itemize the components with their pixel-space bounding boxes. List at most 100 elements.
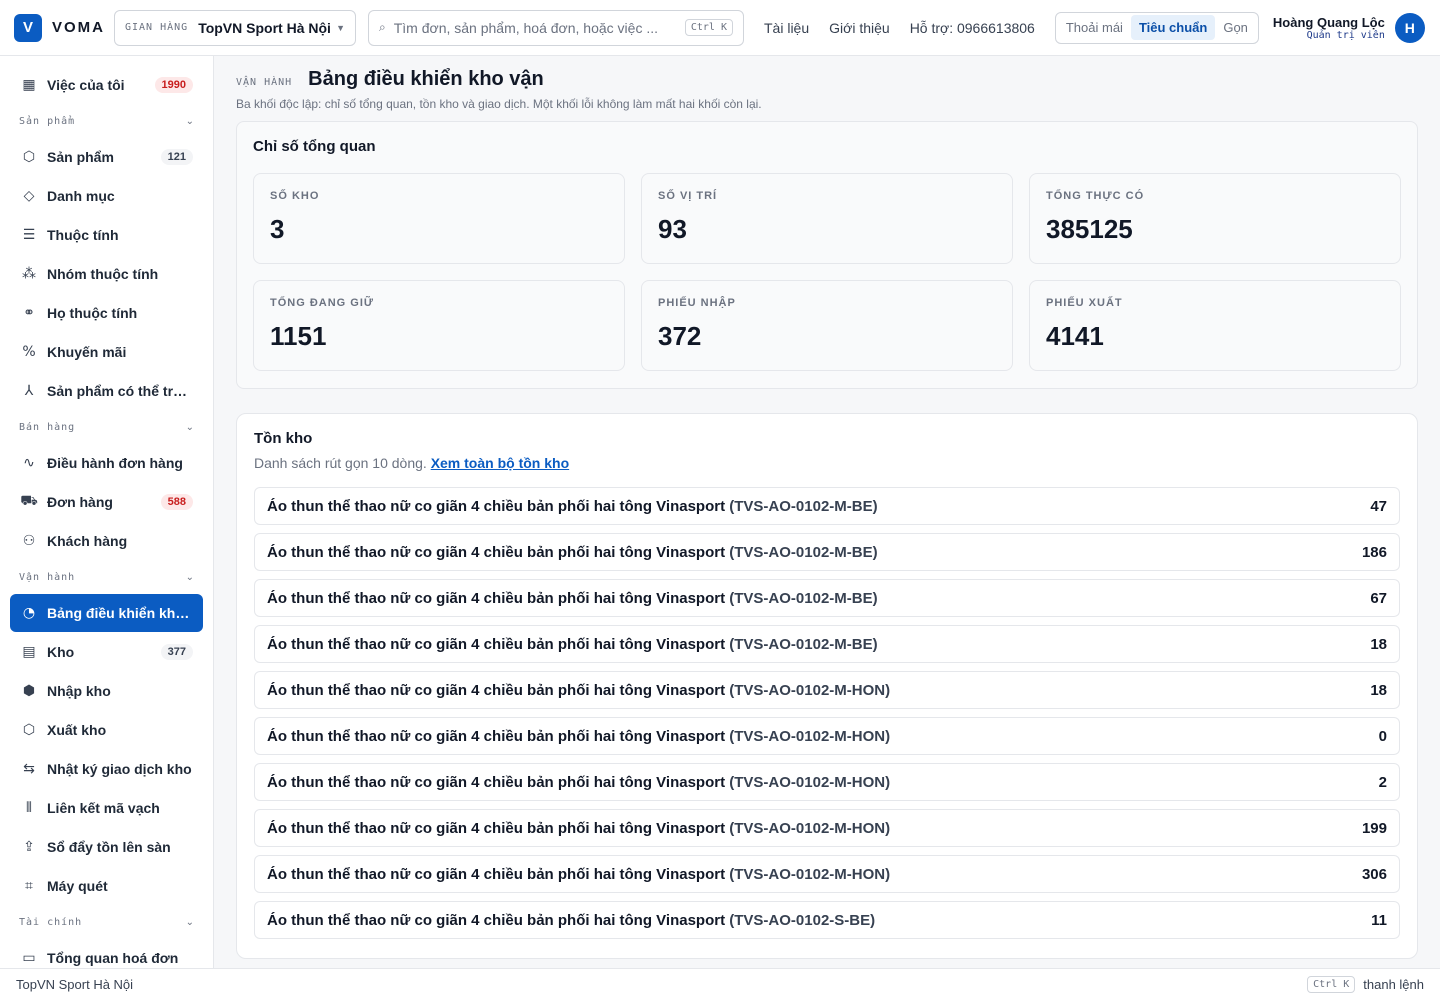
sidebar-item-my-tasks[interactable]: ▦ Việc của tôi 1990 xyxy=(10,66,203,104)
kpi-total-on-hand: TỔNG THỰC CÓ 385125 xyxy=(1029,173,1401,264)
chevron-down-icon: ⌄ xyxy=(185,916,194,928)
stock-row[interactable]: Áo thun thể thao nữ co giãn 4 chiều bản … xyxy=(254,809,1400,847)
scanner-icon: ⌗ xyxy=(25,878,33,894)
user-info: Hoàng Quang Lộc Quản trị viên xyxy=(1273,15,1385,41)
stock-product: Áo thun thể thao nữ co giãn 4 chiều bản … xyxy=(267,636,1370,653)
stock-qty: 11 xyxy=(1371,911,1387,929)
kpi-value: 3 xyxy=(270,214,285,244)
kpi-grid: SỐ KHO 3 SỐ VỊ TRÍ 93 TỔNG THỰC CÓ 38512… xyxy=(253,173,1401,371)
sidebar-item-label: Máy quét xyxy=(47,878,108,894)
sidebar-item-label: Khách hàng xyxy=(47,533,128,549)
stock-row[interactable]: Áo thun thể thao nữ co giãn 4 chiều bản … xyxy=(254,901,1400,939)
kpi-value: 385125 xyxy=(1046,214,1133,244)
stock-sku: (TVS-AO-0102-M-BE) xyxy=(729,543,878,561)
stock-product-name: Áo thun thể thao nữ co giãn 4 chiều bản … xyxy=(267,911,726,929)
kpi-location-count: SỐ VỊ TRÍ 93 xyxy=(641,173,1013,264)
sidebar-item-attribute-groups[interactable]: ⁂ Nhóm thuộc tính xyxy=(10,255,203,293)
stock-product-name: Áo thun thể thao nữ co giãn 4 chiều bản … xyxy=(267,865,726,883)
sidebar-item-promotions[interactable]: % Khuyến mãi xyxy=(10,333,203,371)
stock-qty: 199 xyxy=(1361,819,1387,837)
sidebar-item-label: Đơn hàng xyxy=(47,494,113,510)
sidebar-item-label: Tổng quan hoá đơn xyxy=(47,950,179,966)
stock-sku: (TVS-AO-0102-M-BE) xyxy=(729,589,878,607)
stock-qty: 306 xyxy=(1361,865,1387,883)
density-toggle: Thoải mái Tiêu chuẩn Gọn xyxy=(1054,11,1259,44)
avatar[interactable]: H xyxy=(1394,12,1425,43)
section-products[interactable]: Sản phẩm ⌄ xyxy=(10,108,203,134)
sidebar-item-invoice-overview[interactable]: ▭ Tổng quan hoá đơn xyxy=(10,939,203,968)
sidebar-item-label: Khuyến mãi xyxy=(47,344,127,360)
kpi-issues: PHIẾU XUẤT 4141 xyxy=(1029,280,1401,371)
section-finance[interactable]: Tài chính ⌄ xyxy=(10,909,203,935)
section-label: Tài chính xyxy=(19,916,83,928)
user-menu[interactable]: Hoàng Quang Lộc Quản trị viên H xyxy=(1273,12,1425,43)
link-support[interactable]: Hỗ trợ: 0966613806 xyxy=(910,20,1035,36)
sidebar-item-label: Kho xyxy=(47,644,75,660)
global-search[interactable]: ⌕ Ctrl K xyxy=(368,9,744,46)
sidebar-item-customers[interactable]: ⚇ Khách hàng xyxy=(10,522,203,560)
search-input[interactable] xyxy=(393,19,685,36)
link-about[interactable]: Giới thiệu xyxy=(829,20,890,36)
sidebar-item-stock-push[interactable]: ⇪ Sổ đẩy tồn lên sàn xyxy=(10,828,203,866)
density-comfortable[interactable]: Thoải mái xyxy=(1058,15,1131,40)
stock-row[interactable]: Áo thun thể thao nữ co giãn 4 chiều bản … xyxy=(254,855,1400,893)
sidebar-item-warehouses[interactable]: ▤ Kho 377 xyxy=(10,633,203,671)
sidebar-item-order-operations[interactable]: ∿ Điều hành đơn hàng xyxy=(10,444,203,482)
page-eyebrow: VẬN HÀNH xyxy=(236,77,293,88)
stock-sku: (TVS-AO-0102-M-HON) xyxy=(729,819,891,837)
list-icon: ☰ xyxy=(22,227,36,243)
stock-product-name: Áo thun thể thao nữ co giãn 4 chiều bản … xyxy=(267,543,726,561)
section-sales[interactable]: Bán hàng ⌄ xyxy=(10,414,203,440)
sidebar-item-scanners[interactable]: ⌗ Máy quét xyxy=(10,867,203,905)
section-operations[interactable]: Vận hành ⌄ xyxy=(10,564,203,590)
sidebar-item-label: Thuộc tính xyxy=(47,227,119,243)
stock-card: Tồn kho Danh sách rút gọn 10 dòng. Xem t… xyxy=(236,413,1418,959)
sidebar-item-barcode-links[interactable]: ⦀ Liên kết mã vạch xyxy=(10,789,203,827)
sidebar-item-orders[interactable]: ⛟ Đơn hàng 588 xyxy=(10,483,203,521)
kpi-label: TỔNG THỰC CÓ xyxy=(1046,190,1145,202)
sidebar-item-stock-in[interactable]: ⬢ Nhập kho xyxy=(10,672,203,710)
sidebar-item-transaction-log[interactable]: ⇆ Nhật ký giao dịch kho xyxy=(10,750,203,788)
stock-sku: (TVS-AO-0102-M-HON) xyxy=(729,865,891,883)
sidebar-item-attributes[interactable]: ☰ Thuộc tính xyxy=(10,216,203,254)
stock-row[interactable]: Áo thun thể thao nữ co giãn 4 chiều bản … xyxy=(254,625,1400,663)
sidebar-item-products[interactable]: ⬡ Sản phẩm 121 xyxy=(10,138,203,176)
kpi-value: 93 xyxy=(658,214,687,244)
stock-row[interactable]: Áo thun thể thao nữ co giãn 4 chiều bản … xyxy=(254,671,1400,709)
command-bar-label[interactable]: thanh lệnh xyxy=(1363,977,1424,992)
stock-row[interactable]: Áo thun thể thao nữ co giãn 4 chiều bản … xyxy=(254,717,1400,755)
sidebar-item-attribute-families[interactable]: ⚭ Họ thuộc tính xyxy=(10,294,203,332)
density-compact[interactable]: Gọn xyxy=(1215,15,1256,40)
sidebar-item-label: Sản phẩm xyxy=(47,149,114,165)
stock-row[interactable]: Áo thun thể thao nữ co giãn 4 chiều bản … xyxy=(254,763,1400,801)
user-name: Hoàng Quang Lộc xyxy=(1272,14,1385,30)
stock-sku: (TVS-AO-0102-M-HON) xyxy=(729,727,891,745)
chevron-down-icon: ⌄ xyxy=(185,421,194,433)
sidebar-item-logistics-dashboard[interactable]: ◔ Bảng điều khiển kho vận xyxy=(10,594,203,632)
stock-qty: 2 xyxy=(1378,773,1387,791)
stock-product: Áo thun thể thao nữ co giãn 4 chiều bản … xyxy=(267,682,1370,699)
stock-row[interactable]: Áo thun thể thao nữ co giãn 4 chiều bản … xyxy=(254,533,1400,571)
sidebar-item-categories[interactable]: ◇ Danh mục xyxy=(10,177,203,215)
density-standard[interactable]: Tiêu chuẩn xyxy=(1130,15,1216,40)
stock-row[interactable]: Áo thun thể thao nữ co giãn 4 chiều bản … xyxy=(254,579,1400,617)
brand[interactable]: V VOMA xyxy=(14,13,112,42)
stock-sku: (TVS-AO-0102-M-HON) xyxy=(729,773,891,791)
link-docs[interactable]: Tài liệu xyxy=(764,20,809,36)
page-subtitle: Ba khối độc lập: chỉ số tổng quan, tồn k… xyxy=(236,97,762,111)
sidebar-item-stock-out[interactable]: ⬡ Xuất kho xyxy=(10,711,203,749)
store-selector[interactable]: GIAN HÀNG TopVN Sport Hà Nội ▼ xyxy=(114,9,356,46)
box-in-icon: ⬢ xyxy=(22,683,36,699)
command-shortcut[interactable]: Ctrl K xyxy=(1307,976,1356,993)
stock-sku: (TVS-AO-0102-M-HON) xyxy=(729,681,891,699)
activity-icon: ∿ xyxy=(23,455,35,471)
stock-product-name: Áo thun thể thao nữ co giãn 4 chiều bản … xyxy=(267,497,726,515)
stock-product: Áo thun thể thao nữ co giãn 4 chiều bản … xyxy=(267,498,1370,515)
stock-subtitle-text: Danh sách rút gọn 10 dòng. xyxy=(254,455,427,471)
sidebar-item-duplicates[interactable]: ⅄ Sản phẩm có thể trùng xyxy=(10,372,203,410)
view-all-stock-link[interactable]: Xem toàn bộ tồn kho xyxy=(431,455,569,471)
box-out-icon: ⬡ xyxy=(22,722,36,738)
stock-row[interactable]: Áo thun thể thao nữ co giãn 4 chiều bản … xyxy=(254,487,1400,525)
barcode-icon: ⦀ xyxy=(25,800,33,816)
tree-icon: ⚭ xyxy=(23,305,35,321)
